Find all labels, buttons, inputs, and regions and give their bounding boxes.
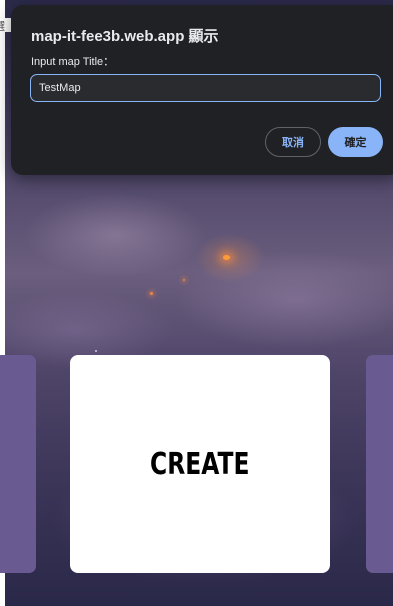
create-map-card[interactable]: CREATE xyxy=(70,355,330,573)
dim-star xyxy=(183,279,185,281)
prompt-dialog: map-it-fee3b.web.app 顯示 Input map Title：… xyxy=(11,5,393,175)
clipped-edge-text: 選 xyxy=(0,18,11,32)
page: CREATE 選 map-it-fee3b.web.app 顯示 Input m… xyxy=(0,0,393,606)
create-label: CREATE xyxy=(150,446,250,482)
map-title-input[interactable] xyxy=(30,74,381,102)
ok-button[interactable]: 確定 xyxy=(328,127,383,157)
dialog-message: Input map Title： xyxy=(31,56,115,68)
next-card[interactable] xyxy=(366,355,393,573)
dim-star xyxy=(150,292,153,295)
cancel-button[interactable]: 取消 xyxy=(265,127,321,157)
previous-card[interactable] xyxy=(0,355,36,573)
dialog-title: map-it-fee3b.web.app 顯示 xyxy=(31,28,219,45)
bright-star xyxy=(223,255,230,260)
dim-star xyxy=(95,350,97,352)
